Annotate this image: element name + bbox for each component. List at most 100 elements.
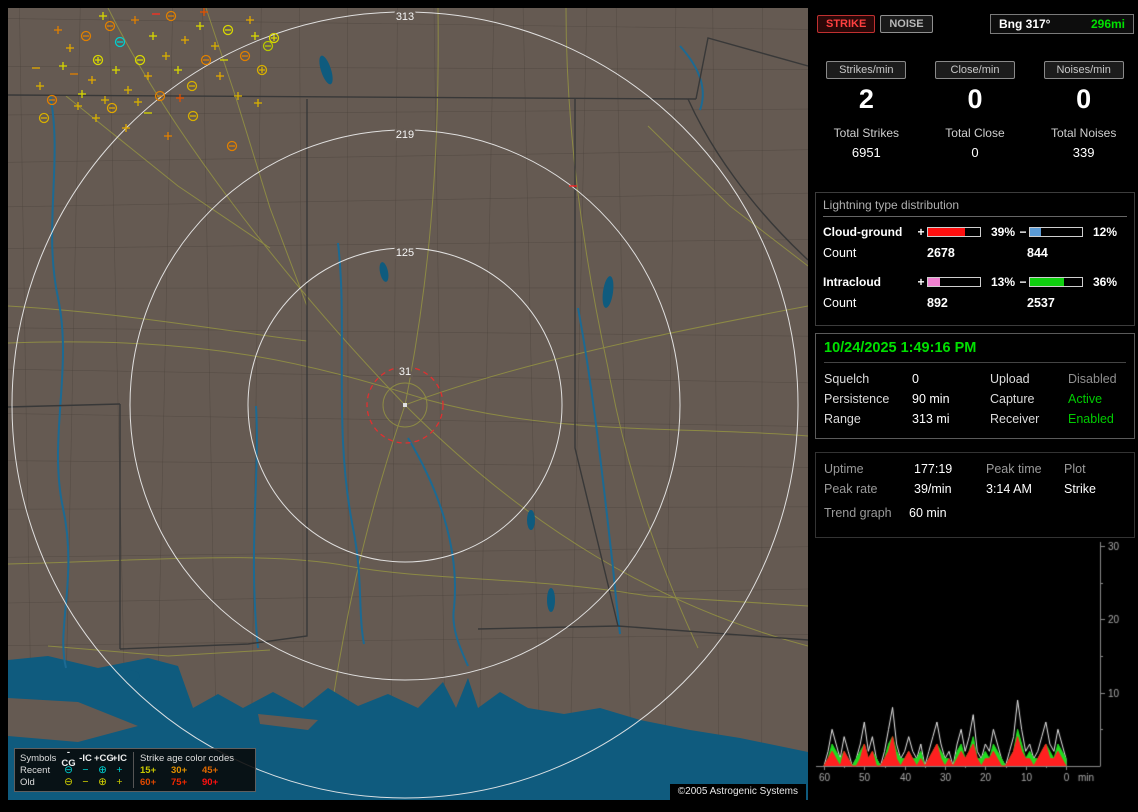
strike-toggle-button[interactable]: STRIKE bbox=[817, 15, 876, 33]
close-per-min-button[interactable]: Close/min bbox=[934, 61, 1015, 79]
range-value: 313 mi bbox=[912, 412, 950, 426]
current-datetime: 10/24/2025 1:49:16 PM bbox=[824, 338, 1126, 363]
age-code-30: 30+ bbox=[171, 764, 188, 776]
status-row: Range 313 mi Receiver Enabled bbox=[824, 409, 1126, 429]
ic-minus-percent: 36% bbox=[1092, 274, 1117, 289]
ic-plus-percent: 13% bbox=[990, 274, 1015, 289]
noises-per-min-value: 0 bbox=[1076, 84, 1092, 114]
status-row: Persistence 90 min Capture Active bbox=[824, 389, 1126, 409]
legend-old-label: Old bbox=[20, 776, 35, 788]
distribution-title: Lightning type distribution bbox=[823, 196, 1127, 217]
peak-rate-value: 39/min bbox=[914, 482, 952, 496]
recent-ic-minus-icon: − bbox=[82, 764, 89, 776]
cloud-ground-label: Cloud-ground bbox=[823, 224, 903, 239]
range-ring-label-219: 219 bbox=[396, 129, 414, 141]
recent-cg-minus-icon: ⊖ bbox=[64, 764, 73, 776]
strikes-per-min-button[interactable]: Strikes/min bbox=[826, 61, 907, 79]
age-code-75: 75+ bbox=[171, 776, 188, 788]
total-noises-value: 339 bbox=[1072, 145, 1095, 160]
total-strikes-value: 6951 bbox=[851, 145, 881, 160]
strikes-per-min-value: 2 bbox=[858, 84, 874, 114]
persistence-value: 90 min bbox=[912, 392, 950, 406]
ic-minus-bar bbox=[1029, 276, 1083, 287]
upload-label: Upload bbox=[990, 372, 1030, 386]
copyright-text: ©2005 Astrogenic Systems bbox=[669, 784, 806, 800]
capture-label: Capture bbox=[990, 392, 1035, 406]
old-cg-minus-icon: ⊖ bbox=[64, 776, 73, 788]
total-close-label: Total Close bbox=[945, 126, 1005, 140]
count-label: Count bbox=[823, 246, 857, 260]
bearing-readout: Bng 317° 296mi bbox=[990, 14, 1134, 34]
legend-col-cg-plus: +CG bbox=[94, 752, 114, 764]
trend-graph-row: Trend graph 60 min bbox=[824, 506, 1126, 520]
squelch-value: 0 bbox=[912, 372, 919, 386]
uptime-label: Uptime bbox=[824, 462, 864, 476]
legend-age-header: Strike age color codes bbox=[140, 752, 234, 764]
lightning-map[interactable]: 313 219 125 31 Symbols -CG -IC +CG +IC R… bbox=[8, 8, 808, 800]
distance-value: 296mi bbox=[1090, 17, 1125, 31]
side-panel: STRIKE NOISE Bng 317° 296mi Strikes/min … bbox=[812, 0, 1138, 812]
old-ic-plus-icon: + bbox=[116, 776, 123, 788]
cloud-ground-row: Cloud-ground + 39% − 12% bbox=[823, 224, 1127, 239]
peak-rate-label: Peak rate bbox=[824, 482, 878, 496]
ic-plus-bar-fill bbox=[928, 277, 941, 286]
ic-minus-bar-fill bbox=[1030, 277, 1064, 286]
age-code-60: 60+ bbox=[140, 776, 157, 788]
cg-plus-bar-fill bbox=[928, 227, 965, 236]
map-legend: Symbols -CG -IC +CG +IC Recent ⊖ − ⊕ + O… bbox=[14, 747, 256, 792]
range-ring-label-31: 31 bbox=[399, 366, 411, 378]
plus-sign: + bbox=[917, 274, 925, 289]
close-column: Close/min 0 Total Close 0 bbox=[921, 60, 1030, 160]
trend-graph-canvas bbox=[814, 538, 1136, 788]
cg-minus-count: 844 bbox=[1027, 246, 1048, 260]
recent-cg-plus-icon: ⊕ bbox=[98, 764, 107, 776]
intracloud-row: Intracloud + 13% − 36% bbox=[823, 274, 1127, 289]
squelch-label: Squelch bbox=[824, 372, 870, 386]
count-label: Count bbox=[823, 296, 857, 310]
age-code-90: 90+ bbox=[202, 776, 219, 788]
plot-value: Strike bbox=[1064, 482, 1096, 496]
station-marker bbox=[403, 403, 407, 407]
cg-plus-percent: 39% bbox=[990, 224, 1015, 239]
legend-col-ic-minus: -IC bbox=[79, 752, 92, 764]
range-label: Range bbox=[824, 412, 861, 426]
session-row: Uptime 177:19 Peak time Plot bbox=[824, 459, 1126, 479]
intracloud-label: Intracloud bbox=[823, 274, 882, 289]
intracloud-count-row: Count 892 2537 bbox=[823, 296, 1127, 311]
peak-time-value: 3:14 AM bbox=[986, 482, 1032, 496]
total-noises-label: Total Noises bbox=[1050, 126, 1117, 140]
total-close-value: 0 bbox=[971, 145, 979, 160]
ic-minus-count: 2537 bbox=[1027, 296, 1055, 310]
legend-symbols-header: Symbols bbox=[20, 752, 57, 764]
range-ring-label-313: 313 bbox=[396, 11, 414, 23]
strikes-column: Strikes/min 2 Total Strikes 6951 bbox=[812, 60, 921, 160]
old-ic-minus-icon: − bbox=[82, 776, 89, 788]
minus-sign: − bbox=[1019, 224, 1027, 239]
plus-sign: + bbox=[917, 224, 925, 239]
cg-minus-percent: 12% bbox=[1092, 224, 1117, 239]
app-window: { "app": { "copyright": "©2005 Astrogeni… bbox=[0, 0, 1138, 812]
bearing-value: Bng 317° bbox=[999, 17, 1051, 31]
status-row: Squelch 0 Upload Disabled bbox=[824, 369, 1126, 389]
trend-graph-section bbox=[814, 538, 1136, 798]
noise-toggle-button[interactable]: NOISE bbox=[880, 15, 933, 33]
cloud-ground-count-row: Count 2678 844 bbox=[823, 246, 1127, 261]
age-code-45: 45+ bbox=[202, 764, 219, 776]
rate-statistics: Strikes/min 2 Total Strikes 6951 Close/m… bbox=[812, 60, 1138, 160]
minus-sign: − bbox=[1019, 274, 1027, 289]
capture-value: Active bbox=[1068, 392, 1103, 406]
trend-graph-label: Trend graph bbox=[824, 506, 892, 520]
noises-per-min-button[interactable]: Noises/min bbox=[1043, 61, 1124, 79]
cg-minus-bar-fill bbox=[1030, 227, 1042, 236]
receiver-label: Receiver bbox=[990, 412, 1040, 426]
system-status-section: 10/24/2025 1:49:16 PM Squelch 0 Upload D… bbox=[815, 333, 1135, 439]
recent-ic-plus-icon: + bbox=[116, 764, 123, 776]
range-ring-label-125: 125 bbox=[396, 247, 414, 259]
cg-plus-count: 2678 bbox=[927, 246, 955, 260]
trend-window-value: 60 min bbox=[909, 506, 947, 520]
noises-column: Noises/min 0 Total Noises 339 bbox=[1029, 60, 1138, 160]
ic-plus-count: 892 bbox=[927, 296, 948, 310]
plot-label: Plot bbox=[1064, 462, 1086, 476]
display-mode-toolbar: STRIKE NOISE Bng 317° 296mi bbox=[817, 14, 1134, 34]
cg-plus-bar bbox=[927, 226, 981, 237]
